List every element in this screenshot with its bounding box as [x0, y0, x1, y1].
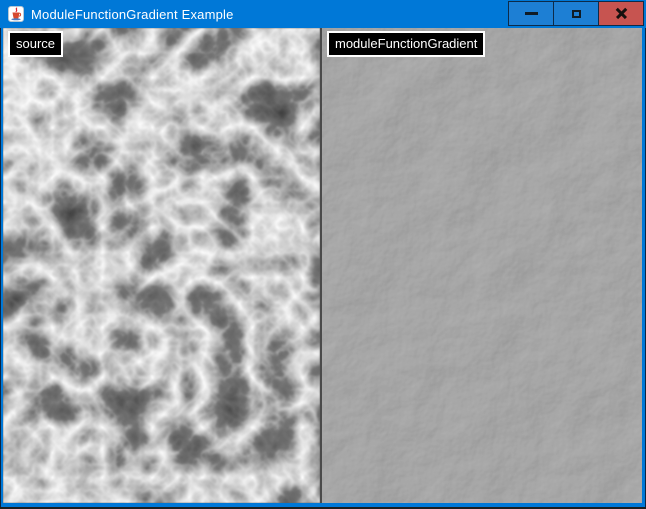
source-noise-image — [3, 28, 320, 503]
module-function-gradient-image — [322, 28, 642, 503]
minimize-icon — [525, 12, 538, 15]
window-title: ModuleFunctionGradient Example — [31, 7, 234, 22]
maximize-button[interactable] — [553, 1, 599, 26]
maximize-icon — [572, 10, 581, 18]
source-image-panel: source — [3, 28, 320, 503]
image-canvas-area: source moduleFunct — [3, 28, 642, 503]
window-titlebar[interactable]: ModuleFunctionGradient Example — [0, 0, 646, 28]
minimize-button[interactable] — [508, 1, 554, 26]
java-coffee-cup-icon — [8, 6, 24, 22]
module-function-gradient-panel: moduleFunctionGradient — [322, 28, 642, 503]
window-controls — [509, 1, 644, 26]
module-function-gradient-label: moduleFunctionGradient — [327, 31, 485, 57]
source-image-label: source — [8, 31, 63, 57]
close-icon — [615, 7, 628, 20]
app-window: ModuleFunctionGradient Example — [0, 0, 646, 509]
close-button[interactable] — [598, 1, 644, 26]
